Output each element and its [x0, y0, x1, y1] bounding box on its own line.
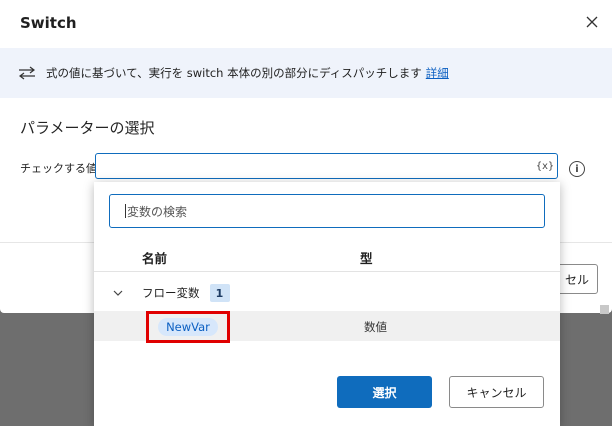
column-header-name: 名前	[142, 251, 168, 266]
info-text: 式の値に基づいて、実行を switch 本体の別の部分にディスパッチします	[46, 66, 422, 80]
variable-search-input[interactable]: 変数の検索	[109, 194, 545, 228]
param-label: チェックする値:	[20, 162, 101, 175]
chevron-down-icon[interactable]	[112, 287, 124, 299]
close-icon[interactable]	[584, 14, 600, 30]
info-bar: 式の値に基づいて、実行を switch 本体の別の部分にディスパッチします 詳細	[0, 48, 612, 98]
variable-icon[interactable]: {x}	[535, 156, 555, 176]
variable-chip[interactable]: NewVar	[158, 318, 218, 336]
text-caret	[125, 204, 126, 218]
cancel-button[interactable]: キャンセル	[449, 376, 544, 408]
variable-row[interactable]: NewVar 数値	[94, 311, 560, 343]
variable-picker-popup: 変数の検索 名前 型 フロー変数 1 NewVar 数値 選択 キャンセル	[94, 182, 560, 426]
group-label: フロー変数	[142, 286, 200, 300]
variable-type: 数値	[364, 320, 387, 334]
search-placeholder: 変数の検索	[127, 204, 188, 219]
section-title: パラメーターの選択	[20, 119, 155, 137]
highlight-box: NewVar	[146, 311, 230, 343]
swap-arrows-icon	[19, 66, 35, 80]
resize-handle[interactable]	[600, 305, 609, 314]
column-header-type: 型	[360, 251, 373, 266]
info-icon[interactable]: i	[569, 161, 585, 177]
value-to-check-input[interactable]: {x}	[95, 153, 558, 179]
group-count-badge: 1	[209, 284, 230, 302]
select-button[interactable]: 選択	[337, 376, 432, 408]
header-divider	[94, 271, 560, 272]
dialog-title: Switch	[20, 14, 77, 32]
flow-variables-group[interactable]: フロー変数 1	[94, 280, 560, 306]
details-link[interactable]: 詳細	[426, 65, 449, 81]
